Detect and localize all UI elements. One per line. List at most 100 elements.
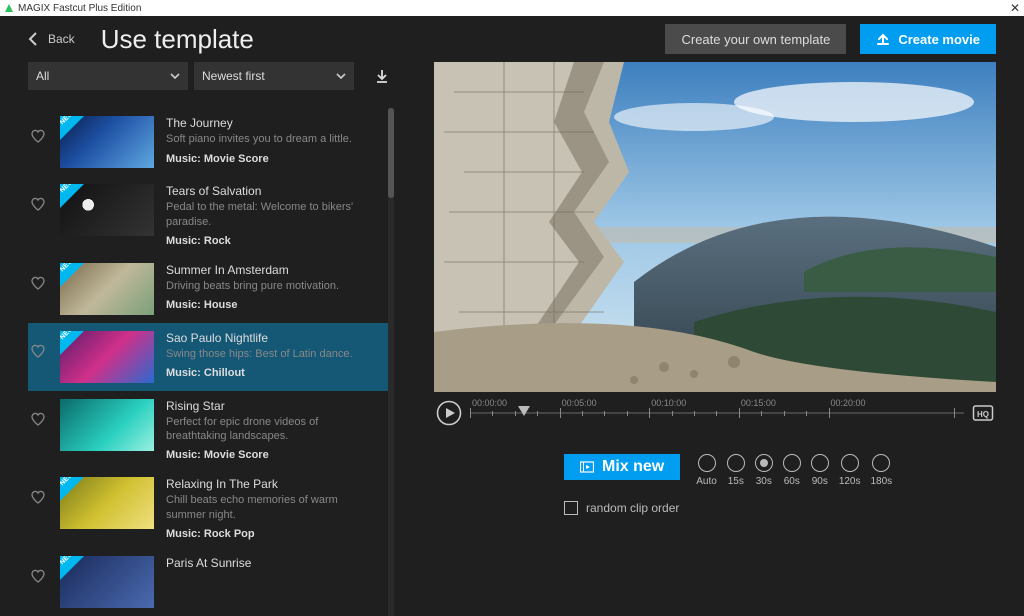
template-meta: Tears of SalvationPedal to the metal: We… [166, 184, 380, 247]
duration-label: Auto [696, 476, 717, 487]
template-desc: Soft piano invites you to dream a little… [166, 132, 380, 146]
favorite-button[interactable] [28, 489, 48, 505]
template-thumbnail: NEW [60, 263, 154, 315]
heart-icon [30, 128, 46, 144]
new-badge: NEW [60, 116, 84, 140]
template-item[interactable]: NEWThe JourneySoft piano invites you to … [28, 108, 388, 176]
template-music: Music: House [166, 299, 380, 311]
template-desc: Pedal to the metal: Welcome to bikers' p… [166, 200, 380, 229]
hq-button[interactable]: HQ [970, 400, 996, 426]
template-music: Music: Rock Pop [166, 528, 380, 540]
window-close-button[interactable]: ✕ [1010, 1, 1020, 15]
duration-label: 30s [756, 476, 772, 487]
create-movie-label: Create movie [898, 32, 980, 47]
template-list: NEWThe JourneySoft piano invites you to … [28, 108, 388, 616]
duration-label: 120s [839, 476, 861, 487]
template-desc: Swing those hips: Best of Latin dance. [166, 347, 380, 361]
new-badge: NEW [60, 331, 84, 355]
template-item[interactable]: NEW Paris At Sunrise [28, 548, 388, 616]
random-clip-order-label: random clip order [586, 501, 679, 515]
duration-selector: Auto 15s 30s 60s 90s 120s 180s [696, 454, 892, 487]
new-badge: NEW [60, 477, 84, 501]
page-title: Use template [101, 24, 666, 55]
download-button[interactable] [370, 64, 394, 88]
category-select[interactable]: All [28, 62, 188, 90]
template-item[interactable]: Rising StarPerfect for epic drone videos… [28, 391, 388, 470]
create-movie-button[interactable]: Create movie [860, 24, 996, 54]
template-thumbnail: NEW [60, 331, 154, 383]
template-meta: Relaxing In The ParkChill beats echo mem… [166, 477, 380, 540]
app-icon [4, 3, 14, 13]
template-title: Paris At Sunrise [166, 556, 380, 570]
duration-option[interactable]: 15s [727, 454, 745, 487]
template-title: Sao Paulo Nightlife [166, 331, 380, 345]
new-badge: NEW [60, 263, 84, 287]
topbar: Back Use template Create your own templa… [0, 16, 1024, 62]
playhead[interactable] [518, 406, 530, 416]
template-desc: Perfect for epic drone videos of breatht… [166, 415, 380, 444]
template-meta: Summer In AmsterdamDriving beats bring p… [166, 263, 380, 311]
timeline[interactable]: 00:00:00 00:05:00 00:10:00 00:15:00 00:20:00 [470, 398, 964, 428]
template-item[interactable]: NEW Summer In AmsterdamDriving beats brin… [28, 255, 388, 323]
duration-option[interactable]: 180s [871, 454, 893, 487]
template-music: Music: Rock [166, 235, 380, 247]
preview-video[interactable] [434, 62, 996, 392]
template-music: Music: Chillout [166, 367, 380, 379]
heart-icon [30, 343, 46, 359]
template-thumbnail: NEW [60, 116, 154, 168]
template-meta: Rising StarPerfect for epic drone videos… [166, 399, 380, 462]
mix-new-label: Mix new [602, 458, 664, 476]
template-item[interactable]: NEW Tears of SalvationPedal to the metal:… [28, 176, 388, 255]
duration-option[interactable]: 120s [839, 454, 861, 487]
upload-icon [876, 32, 890, 46]
favorite-button[interactable] [28, 343, 48, 359]
timecode-label: 00:05:00 [562, 398, 597, 408]
favorite-button[interactable] [28, 411, 48, 427]
duration-option[interactable]: Auto [696, 454, 717, 487]
template-thumbnail: NEW [60, 184, 154, 236]
template-meta: Paris At Sunrise [166, 556, 380, 572]
template-thumbnail: NEW [60, 556, 154, 608]
heart-icon [30, 489, 46, 505]
sort-select[interactable]: Newest first [194, 62, 354, 90]
heart-icon [30, 411, 46, 427]
timecode-label: 00:15:00 [741, 398, 776, 408]
random-clip-order-checkbox[interactable] [564, 501, 578, 515]
template-item[interactable]: NEW Sao Paulo Nightlife Swing those hips: … [28, 323, 388, 391]
template-item[interactable]: NEW Relaxing In The ParkChill beats echo … [28, 469, 388, 548]
duration-option[interactable]: 60s [783, 454, 801, 487]
new-badge: NEW [60, 556, 84, 580]
favorite-button[interactable] [28, 568, 48, 584]
favorite-button[interactable] [28, 196, 48, 212]
template-music: Music: Movie Score [166, 449, 380, 461]
back-button[interactable]: Back [28, 32, 75, 46]
template-scrollbar[interactable] [388, 108, 394, 616]
play-icon [436, 400, 462, 426]
timecode-label: 00:00:00 [472, 398, 507, 408]
duration-option[interactable]: 30s [755, 454, 773, 487]
duration-label: 180s [871, 476, 893, 487]
template-thumbnail: NEW [60, 477, 154, 529]
new-badge: NEW [60, 184, 84, 208]
timecode-label: 00:20:00 [831, 398, 866, 408]
heart-icon [30, 568, 46, 584]
back-label: Back [48, 32, 75, 46]
play-button[interactable] [434, 398, 464, 428]
heart-icon [30, 275, 46, 291]
back-icon [28, 32, 38, 46]
hq-icon: HQ [972, 402, 994, 424]
mix-new-button[interactable]: Mix new [564, 454, 680, 480]
template-title: Relaxing In The Park [166, 477, 380, 491]
duration-option[interactable]: 90s [811, 454, 829, 487]
favorite-button[interactable] [28, 275, 48, 291]
template-music: Music: Movie Score [166, 153, 380, 165]
favorite-button[interactable] [28, 128, 48, 144]
template-meta: Sao Paulo Nightlife Swing those hips: Bes… [166, 331, 380, 379]
create-own-template-button[interactable]: Create your own template [665, 24, 846, 54]
heart-icon [30, 196, 46, 212]
template-thumbnail [60, 399, 154, 451]
filters: All Newest first [28, 62, 394, 90]
duration-label: 15s [728, 476, 744, 487]
template-desc: Driving beats bring pure motivation. [166, 279, 380, 293]
timecode-label: 00:10:00 [651, 398, 686, 408]
